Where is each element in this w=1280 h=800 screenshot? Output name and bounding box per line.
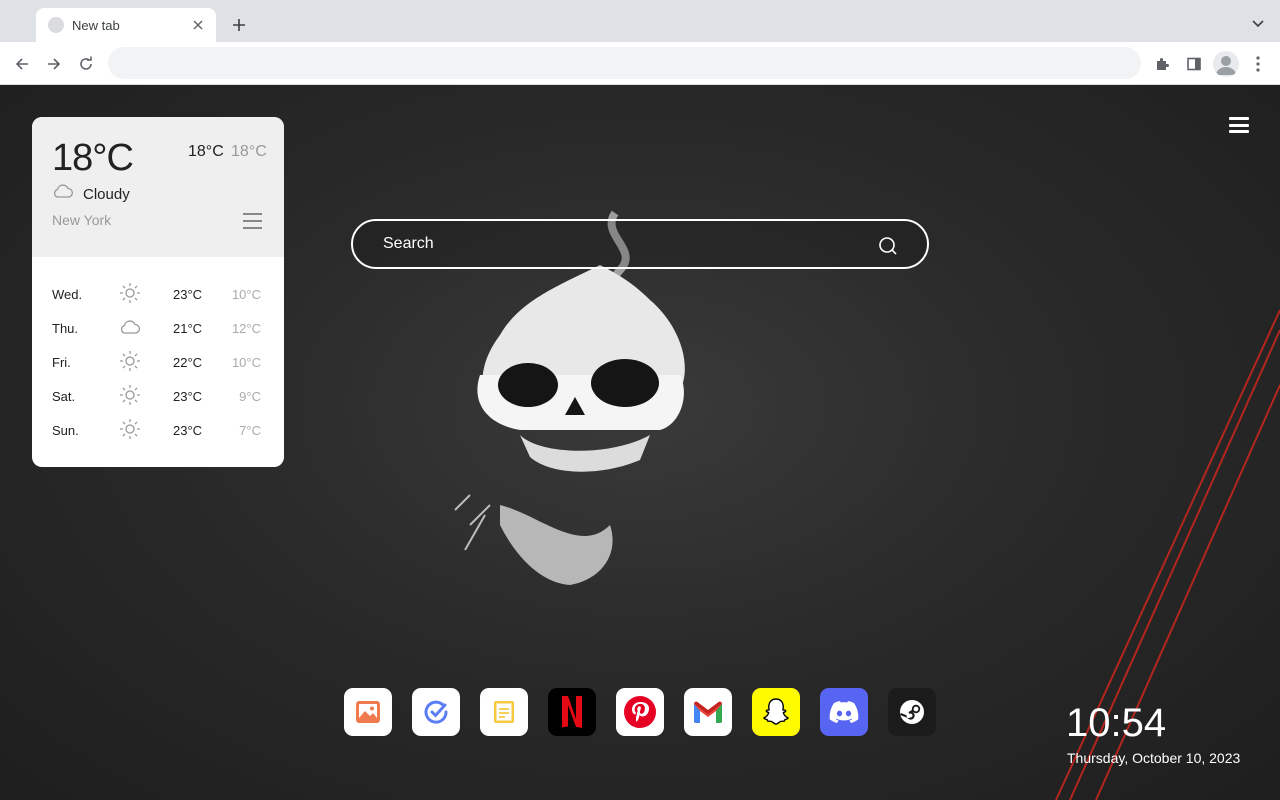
- tab-search-chevron-icon[interactable]: [1248, 14, 1268, 34]
- gmail-icon: [694, 701, 722, 723]
- todo-check-icon: [424, 700, 448, 724]
- dock-gmail[interactable]: [684, 688, 732, 736]
- forecast-high: 22°C: [173, 355, 203, 370]
- dock-netflix[interactable]: [548, 688, 596, 736]
- tab-new-tab[interactable]: New tab: [36, 8, 216, 42]
- tab-strip: New tab: [0, 0, 1280, 42]
- extensions-puzzle-icon[interactable]: [1149, 51, 1175, 77]
- dock-snapchat[interactable]: [752, 688, 800, 736]
- dock-discord[interactable]: [820, 688, 868, 736]
- forecast-day: Thu.: [52, 321, 79, 336]
- forecast-list: Wed. 23°C 10°C Thu. 21°C 12°C Fri. 22°C …: [32, 277, 284, 447]
- search-input[interactable]: [383, 231, 863, 257]
- list-line: [243, 227, 262, 229]
- forward-arrow-icon[interactable]: [41, 51, 67, 77]
- forecast-row: Fri. 22°C 10°C: [32, 345, 284, 379]
- forecast-high: 21°C: [173, 321, 203, 336]
- search-bar: [351, 219, 929, 269]
- browser-toolbar: [0, 42, 1280, 85]
- dock-notes[interactable]: [480, 688, 528, 736]
- netflix-icon: [562, 696, 582, 728]
- dock-steam[interactable]: [888, 688, 936, 736]
- sun-icon: [120, 419, 140, 439]
- forecast-low: 9°C: [239, 389, 261, 404]
- forecast-low: 7°C: [239, 423, 261, 438]
- pinterest-icon: [624, 696, 656, 728]
- address-bar-input[interactable]: [108, 47, 1141, 79]
- image-icon: [356, 701, 380, 723]
- close-icon[interactable]: [190, 17, 206, 33]
- forecast-row: Sun. 23°C 7°C: [32, 413, 284, 447]
- weather-current-panel: 18°C 18°C 18°C Cloudy New York: [32, 117, 284, 257]
- forecast-high: 23°C: [173, 389, 203, 404]
- forecast-day: Sat.: [52, 389, 76, 404]
- side-panel-icon[interactable]: [1181, 51, 1207, 77]
- forecast-low: 10°C: [231, 355, 261, 370]
- back-arrow-icon[interactable]: [9, 51, 35, 77]
- forecast-high: 23°C: [173, 423, 203, 438]
- weather-condition: Cloudy: [83, 186, 130, 203]
- cloud-icon: [53, 184, 74, 198]
- steam-icon: [900, 700, 924, 724]
- tab-title: New tab: [72, 17, 120, 33]
- new-tab-page: 18°C 18°C 18°C Cloudy New York Wed. 23°C…: [0, 85, 1280, 800]
- forecast-row: Thu. 21°C 12°C: [32, 311, 284, 345]
- reload-icon[interactable]: [73, 51, 99, 77]
- hamburger-line: [1229, 130, 1249, 133]
- forecast-day: Sun.: [52, 423, 79, 438]
- hamburger-line: [1229, 123, 1249, 127]
- forecast-row: Wed. 23°C 10°C: [32, 277, 284, 311]
- forecast-row: Sat. 23°C 9°C: [32, 379, 284, 413]
- clock-date: Thursday, October 10, 2023: [1067, 750, 1241, 766]
- clock-time: 10:54: [1066, 701, 1167, 745]
- current-temperature: 18°C: [52, 137, 134, 179]
- notes-icon: [494, 701, 514, 723]
- page-menu-button[interactable]: [1226, 115, 1252, 135]
- snapchat-icon: [763, 698, 789, 725]
- hamburger-line: [1229, 117, 1249, 120]
- forecast-day: Wed.: [52, 287, 83, 302]
- forecast-high: 23°C: [173, 287, 203, 302]
- sun-icon: [120, 385, 140, 405]
- forecast-day: Fri.: [52, 355, 71, 370]
- list-line: [243, 213, 262, 215]
- dock-todo[interactable]: [412, 688, 460, 736]
- forecast-low: 10°C: [231, 287, 261, 302]
- search-icon[interactable]: [877, 235, 899, 257]
- forecast-low: 12°C: [231, 321, 261, 336]
- weather-widget[interactable]: 18°C 18°C 18°C Cloudy New York Wed. 23°C…: [32, 117, 284, 467]
- sun-icon: [120, 351, 140, 371]
- sun-icon: [120, 283, 140, 303]
- list-line: [243, 220, 262, 222]
- dock-pinterest[interactable]: [616, 688, 664, 736]
- dock-wallpaper-gallery[interactable]: [344, 688, 392, 736]
- today-low: 18°C: [231, 143, 267, 160]
- profile-avatar-icon[interactable]: [1213, 51, 1239, 77]
- cloud-icon: [120, 320, 141, 334]
- weather-city: New York: [52, 212, 112, 228]
- kebab-menu-icon[interactable]: [1245, 51, 1271, 77]
- today-high: 18°C: [188, 143, 224, 160]
- list-icon[interactable]: [243, 213, 262, 229]
- discord-icon: [829, 701, 859, 723]
- new-tab-plus-icon[interactable]: [228, 14, 250, 36]
- default-favicon-icon: [48, 17, 64, 33]
- app-dock: [344, 688, 944, 736]
